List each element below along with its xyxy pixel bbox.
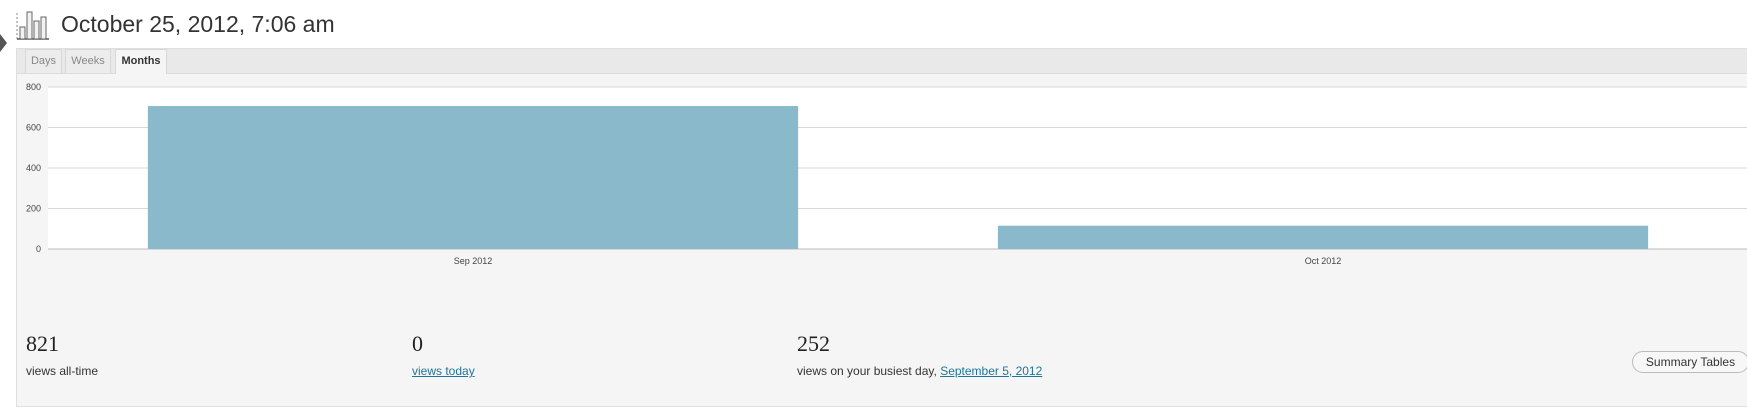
period-tabs: Days Weeks Months: [17, 49, 1747, 74]
x-tick-label: Sep 2012: [454, 256, 493, 266]
tab-days[interactable]: Days: [25, 49, 62, 73]
collapse-arrow-icon: [0, 34, 7, 52]
y-tick-label: 800: [26, 82, 41, 92]
page-title: October 25, 2012, 7:06 am: [61, 10, 335, 37]
stat-all-time: 821 views all-time: [26, 331, 99, 379]
busiest-day-date-link[interactable]: September 5, 2012: [940, 364, 1042, 378]
stat-today-value: 0: [412, 331, 423, 356]
tab-weeks[interactable]: Weeks: [65, 49, 111, 73]
bar: [997, 225, 1649, 249]
tab-months[interactable]: Months: [115, 49, 167, 74]
stats-chart-icon: [16, 11, 49, 40]
stat-busiest-value: 252: [797, 331, 830, 356]
stat-all-time-label: views all-time: [26, 364, 99, 378]
y-tick-label: 200: [26, 204, 41, 214]
y-tick-label: 400: [26, 163, 41, 173]
views-bar-chart: 0 200 400 600 800 Sep 2012 Oct 2012: [26, 82, 1747, 266]
y-tick-label: 0: [36, 244, 41, 254]
stat-busiest-label: views on your busiest day,: [797, 364, 941, 378]
views-today-link[interactable]: views today: [412, 364, 475, 378]
page-header: October 25, 2012, 7:06 am: [16, 8, 335, 40]
stat-today: 0 views today: [412, 331, 475, 379]
stat-busiest-day: 252 views on your busiest day, September…: [797, 331, 1042, 379]
y-tick-label: 600: [26, 123, 41, 133]
summary-tables-button[interactable]: Summary Tables: [1632, 351, 1747, 373]
x-tick-label: Oct 2012: [1305, 256, 1342, 266]
bar: [147, 106, 799, 249]
stat-all-time-value: 821: [26, 331, 59, 356]
stats-panel: Days Weeks Months 0 200 400 600 800 Sep 2012 O…: [16, 48, 1747, 407]
